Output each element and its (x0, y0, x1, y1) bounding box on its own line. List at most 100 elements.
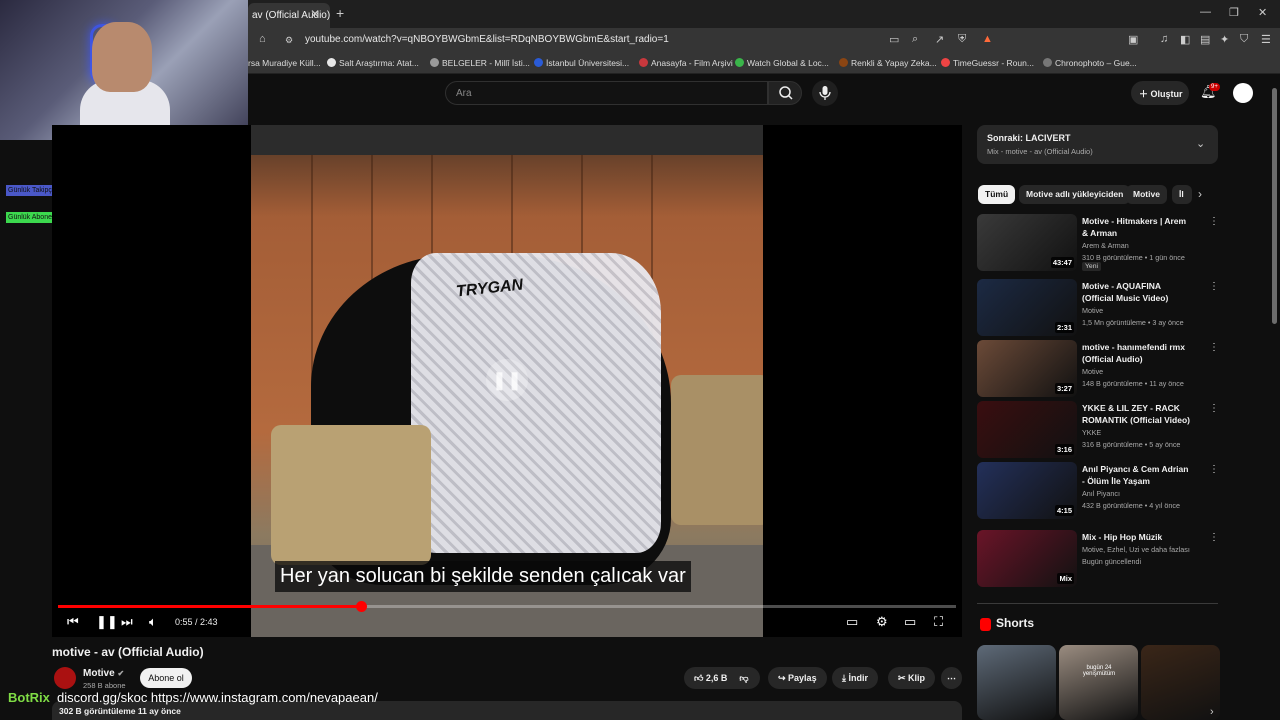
video-thumbnail[interactable]: 43:47 (977, 214, 1077, 271)
like-button[interactable]: 👍︎ 2,6 B 👎︎ (684, 667, 760, 689)
video-title[interactable]: Motive - AQUAFINA (Official Music Video) (1082, 280, 1192, 304)
share-page-icon[interactable]: ↗ (935, 33, 944, 46)
channel-avatar[interactable] (54, 667, 76, 689)
fullscreen-icon[interactable]: ⛶ (934, 614, 943, 630)
progress-scrubber[interactable] (355, 601, 367, 612)
bookmark-item[interactable]: rsa Muradiye Küll... (248, 58, 321, 68)
bookmark-item[interactable]: Watch Global & Loc... (735, 58, 829, 68)
subscribe-button[interactable]: Abone ol (140, 668, 192, 688)
vpn-icon[interactable]: ⛉ (1240, 33, 1248, 46)
subtitles-icon[interactable]: ▭ (846, 614, 858, 630)
site-info-icon[interactable]: ⚙ (285, 35, 293, 46)
share-icon: ↪ (778, 673, 789, 683)
video-thumbnail[interactable]: 4:15 (977, 462, 1077, 519)
recommended-video[interactable]: 2:31 Motive - AQUAFINA (Official Music Vi… (977, 279, 1219, 336)
bookmark-item[interactable]: İstanbul Üniversitesi... (534, 58, 629, 68)
recommended-video[interactable]: Mix Mix - Hip Hop Müzik Motive, Ezhel, Uzi… (977, 530, 1219, 587)
chevron-right-icon[interactable]: › (1198, 187, 1202, 201)
short-thumbnail[interactable] (1141, 645, 1220, 720)
tab-close-icon[interactable]: ✕ (310, 7, 320, 21)
recommended-video[interactable]: 4:15 Anıl Piyancı & Cem Adrian - Ölüm İle… (977, 462, 1219, 519)
shield-icon[interactable]: ⛨ (958, 33, 966, 46)
close-window-icon[interactable]: ✕ (1258, 6, 1267, 19)
chip-motive[interactable]: Motive (1126, 185, 1167, 204)
create-button[interactable]: ＋ Oluştur (1131, 81, 1189, 105)
channel-name[interactable]: Motive (1082, 367, 1103, 376)
video-title[interactable]: motive - hanımefendi rmx (Official Audio… (1082, 341, 1192, 365)
plus-icon: ＋ (1139, 89, 1151, 99)
wallet-icon[interactable]: ▤ (1200, 33, 1210, 46)
video-title[interactable]: Anıl Piyancı & Cem Adrian - Ölüm İle Yaş… (1082, 463, 1192, 487)
pause-overlay-icon[interactable]: ❚❚ (486, 359, 528, 401)
chip-from-uploader[interactable]: Motive adlı yükleyiciden (1019, 185, 1131, 204)
menu-icon[interactable]: ☰ (1261, 33, 1271, 46)
sidebar-icon[interactable]: ◧ (1180, 33, 1190, 46)
more-actions-icon[interactable]: ⋯ (941, 667, 962, 689)
bookmark-label: Renkli & Yapay Zeka... (851, 58, 937, 68)
next-icon[interactable]: ⏭︎ (121, 614, 133, 630)
short-thumbnail[interactable]: bugün 24 yenişmütüm (1059, 645, 1138, 720)
more-options-icon[interactable]: ⋮ (1209, 216, 1219, 227)
chevron-down-icon[interactable]: ⌄ (1196, 137, 1205, 150)
more-options-icon[interactable]: ⋮ (1209, 281, 1219, 292)
chip-all[interactable]: Tümü (978, 185, 1016, 204)
recommended-video[interactable]: 3:16 YKKE & LIL ZEY - RACK ROMANTIK (Offi… (977, 401, 1219, 458)
channel-name[interactable]: Motive (1082, 306, 1103, 315)
bookmark-item[interactable]: Salt Araştırma: Atat... (327, 58, 419, 68)
music-icon[interactable]: ♫ (1160, 33, 1168, 45)
channel-name[interactable]: Motive, Ezhel, Uzi ve daha fazlası (1082, 545, 1190, 554)
share-button[interactable]: ↪ Paylaş (768, 667, 827, 689)
channel-name[interactable]: Arem & Arman (1082, 241, 1129, 250)
bookmark-icon[interactable]: ⌂ (259, 33, 266, 45)
clip-button[interactable]: ✂ Klip (888, 667, 936, 689)
prev-icon[interactable]: ⏮︎ (67, 614, 79, 630)
more-options-icon[interactable]: ⋮ (1209, 464, 1219, 475)
recommended-video[interactable]: 43:47 Motive - Hitmakers | Arem & Arman Ar… (977, 214, 1219, 271)
up-next-panel[interactable] (977, 125, 1218, 164)
url-field[interactable]: youtube.com/watch?v=qNBOYBWGbmE&list=RDq… (305, 34, 669, 45)
channel-name[interactable]: YKKE (1082, 428, 1101, 437)
chip-overflow[interactable]: İl (1172, 185, 1192, 204)
search-input[interactable]: Ara (445, 81, 768, 105)
duration-badge: 3:27 (1054, 383, 1074, 394)
video-thumbnail[interactable]: 3:16 (977, 401, 1077, 458)
more-options-icon[interactable]: ⋮ (1209, 342, 1219, 353)
zoom-icon[interactable]: ⌕ (912, 33, 918, 46)
volume-icon[interactable]: 🔈︎ (149, 614, 157, 630)
recommended-video[interactable]: 3:27 motive - hanımefendi rmx (Official A… (977, 340, 1219, 397)
search-button[interactable] (768, 81, 802, 105)
channel-name[interactable]: Anıl Piyancı (1082, 489, 1120, 498)
chevron-right-icon[interactable]: › (1210, 706, 1214, 718)
video-title[interactable]: Motive - Hitmakers | Arem & Arman (1082, 215, 1192, 239)
bookmark-item[interactable]: BELGELER - Millî İsti... (430, 58, 530, 68)
theater-icon[interactable]: ▭ (904, 614, 916, 630)
shorts-heading: Shorts (996, 616, 1035, 630)
extension-icon[interactable]: ▲ (982, 33, 993, 45)
search-icon (779, 86, 793, 100)
short-thumbnail[interactable] (977, 645, 1056, 720)
bookmark-item[interactable]: Renkli & Yapay Zeka... (839, 58, 937, 68)
minimize-icon[interactable]: — (1200, 6, 1211, 18)
pause-icon[interactable]: ❚❚ (96, 614, 118, 630)
more-options-icon[interactable]: ⋮ (1209, 403, 1219, 414)
screenshot-icon[interactable]: ▣ (1128, 33, 1138, 46)
video-thumbnail[interactable]: 2:31 (977, 279, 1077, 336)
channel-name[interactable]: Motive ✔ (83, 668, 124, 679)
new-tab-button[interactable]: + (336, 5, 344, 21)
account-avatar[interactable] (1233, 83, 1253, 103)
settings-icon[interactable]: ⚙ (876, 614, 888, 630)
ai-icon[interactable]: ✦ (1220, 33, 1229, 46)
video-thumbnail[interactable]: 3:27 (977, 340, 1077, 397)
bookmark-item[interactable]: Anasayfa - Film Arşivi (639, 58, 733, 68)
video-thumbnail[interactable]: Mix (977, 530, 1077, 587)
mic-button[interactable] (812, 80, 838, 106)
more-options-icon[interactable]: ⋮ (1209, 532, 1219, 543)
restore-icon[interactable]: ❐ (1229, 6, 1239, 19)
video-title[interactable]: Mix - Hip Hop Müzik (1082, 531, 1192, 543)
video-title[interactable]: YKKE & LIL ZEY - RACK ROMANTIK (Official… (1082, 402, 1192, 426)
download-button[interactable]: ⤓ İndir (832, 667, 878, 689)
page-scrollbar[interactable] (1272, 88, 1277, 324)
bookmark-item[interactable]: Chronophoto – Gue... (1043, 58, 1137, 68)
cast-icon[interactable]: ▭ (889, 33, 899, 46)
bookmark-item[interactable]: TimeGuessr - Roun... (941, 58, 1034, 68)
